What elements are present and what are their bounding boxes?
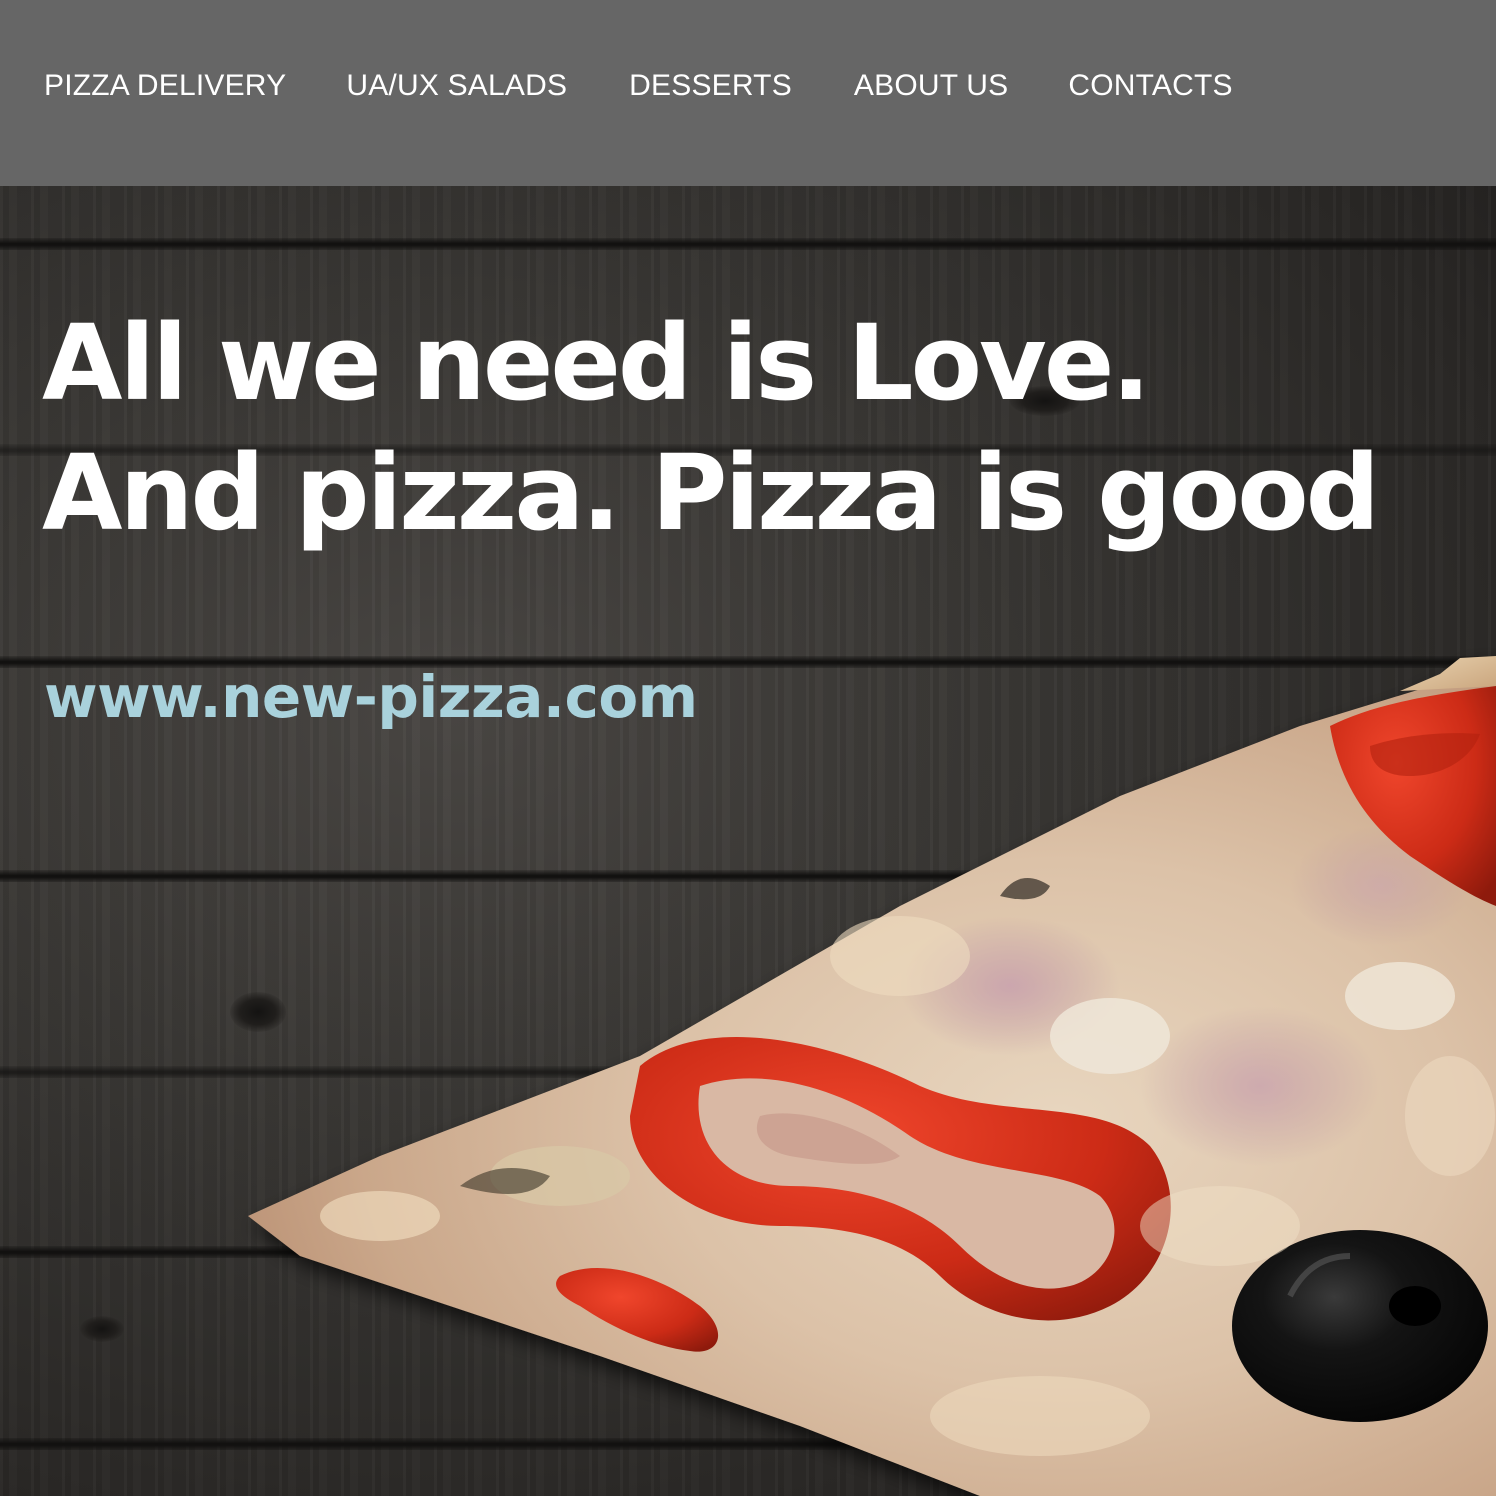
nav-item-about-us[interactable]: ABOUT US [854, 66, 1008, 106]
nav-item-ua-ux-salads[interactable]: UA/UX SALADS [346, 66, 567, 106]
headline-line-1: All we need is Love. [42, 302, 1151, 424]
hero-banner: All we need is Love. And pizza. Pizza is… [0, 186, 1496, 1496]
nav-item-contacts[interactable]: CONTACTS [1068, 66, 1232, 106]
hero-headline: All we need is Love. And pizza. Pizza is… [42, 298, 1380, 558]
nav-item-pizza-delivery[interactable]: PIZZA DELIVERY [44, 66, 286, 106]
page: PIZZA DELIVERY UA/UX SALADS DESSERTS ABO… [0, 0, 1496, 1496]
headline-line-2: And pizza. Pizza is good [42, 432, 1380, 554]
website-url-link[interactable]: www.new-pizza.com [44, 662, 698, 732]
main-menu: PIZZA DELIVERY UA/UX SALADS DESSERTS ABO… [44, 66, 1233, 106]
nav-item-desserts[interactable]: DESSERTS [629, 66, 792, 106]
top-navigation: PIZZA DELIVERY UA/UX SALADS DESSERTS ABO… [0, 0, 1496, 186]
